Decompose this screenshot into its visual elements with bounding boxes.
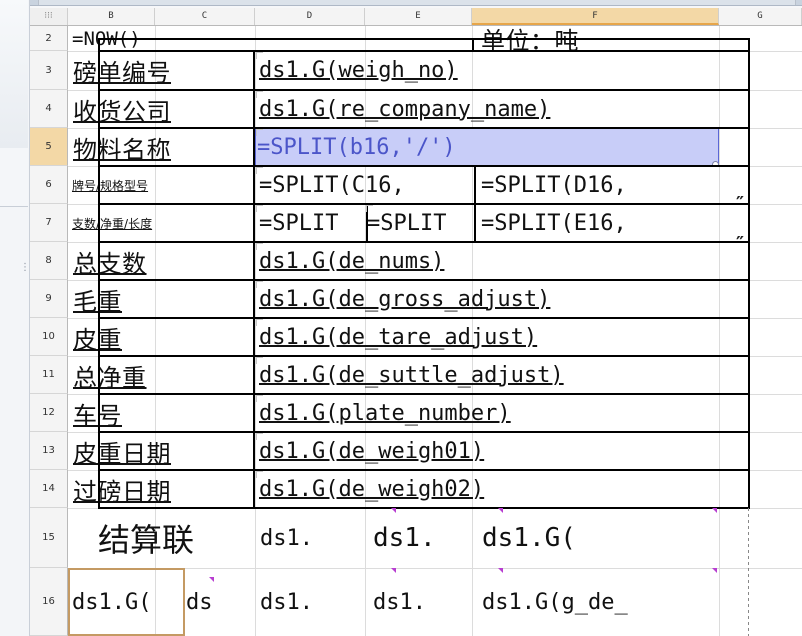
row-header-10[interactable]: 10 (30, 318, 68, 356)
cell-note-marker (256, 471, 263, 478)
column-header-b[interactable]: B (68, 8, 155, 25)
drag-grip-icon[interactable]: ⋮ (20, 263, 30, 278)
row-header-8[interactable]: 8 (30, 242, 68, 280)
row-header-6[interactable]: 6 (30, 166, 68, 204)
row-header-16[interactable]: 16 (30, 568, 68, 636)
row-header-11[interactable]: 11 (30, 356, 68, 394)
row-header-7[interactable]: 7 (30, 204, 68, 242)
cell-note-marker (256, 395, 263, 402)
cell-note-marker (256, 281, 263, 288)
formula-marker-icon (391, 568, 396, 573)
cell-note-marker (256, 167, 263, 174)
formula-marker-icon (391, 508, 396, 513)
left-panel-tab[interactable] (0, 176, 28, 207)
sheet-grid[interactable]: ⁝⁝⁝ B C D E F G 2 3 4 5 6 7 8 9 10 11 12… (30, 8, 802, 636)
table-borders (98, 38, 750, 636)
formula-marker-icon (712, 508, 717, 513)
select-all-corner[interactable]: ⁝⁝⁝ (30, 8, 68, 25)
column-header-f[interactable]: F (472, 8, 719, 25)
row-header-4[interactable]: 4 (30, 90, 68, 128)
formula-marker-icon (712, 568, 717, 573)
formula-marker-icon (498, 508, 503, 513)
row-header-12[interactable]: 12 (30, 394, 68, 432)
left-panel-tab[interactable] (0, 148, 28, 177)
top-scrollbar[interactable] (30, 0, 802, 6)
cell-note-marker (256, 243, 263, 250)
row-header-9[interactable]: 9 (30, 280, 68, 318)
quote-mark: ″ (736, 193, 745, 214)
cell-note-marker (256, 205, 263, 212)
cell-note-marker (256, 357, 263, 364)
column-header-bar: ⁝⁝⁝ B C D E F G (30, 8, 802, 26)
row-header-3[interactable]: 3 (30, 51, 68, 90)
cell-note-marker (256, 91, 263, 98)
cell-note-marker (256, 129, 263, 136)
quote-mark: ″ (736, 233, 745, 254)
spreadsheet-app: ⋮ ⁝⁝⁝ B C D E F G 2 3 4 5 6 7 8 9 10 11 … (0, 0, 802, 636)
row-header-13[interactable]: 13 (30, 432, 68, 470)
column-header-d[interactable]: D (255, 8, 365, 25)
row-header-2[interactable]: 2 (30, 26, 68, 51)
cell-note-marker (256, 52, 263, 59)
column-header-c[interactable]: C (155, 8, 255, 25)
cell-note-marker (256, 319, 263, 326)
scroll-track[interactable] (38, 0, 796, 5)
left-panel-tab[interactable] (0, 0, 28, 149)
row-header-15[interactable]: 15 (30, 508, 68, 568)
column-header-g[interactable]: G (719, 8, 802, 25)
formula-marker-icon (498, 568, 503, 573)
column-header-e[interactable]: E (365, 8, 472, 25)
left-rail: ⋮ (0, 0, 30, 636)
row-header-14[interactable]: 14 (30, 470, 68, 508)
row-header-5[interactable]: 5 (30, 128, 68, 166)
formula-marker-icon (209, 577, 214, 582)
cell-note-marker (256, 433, 263, 440)
cell-note-marker (366, 205, 373, 212)
